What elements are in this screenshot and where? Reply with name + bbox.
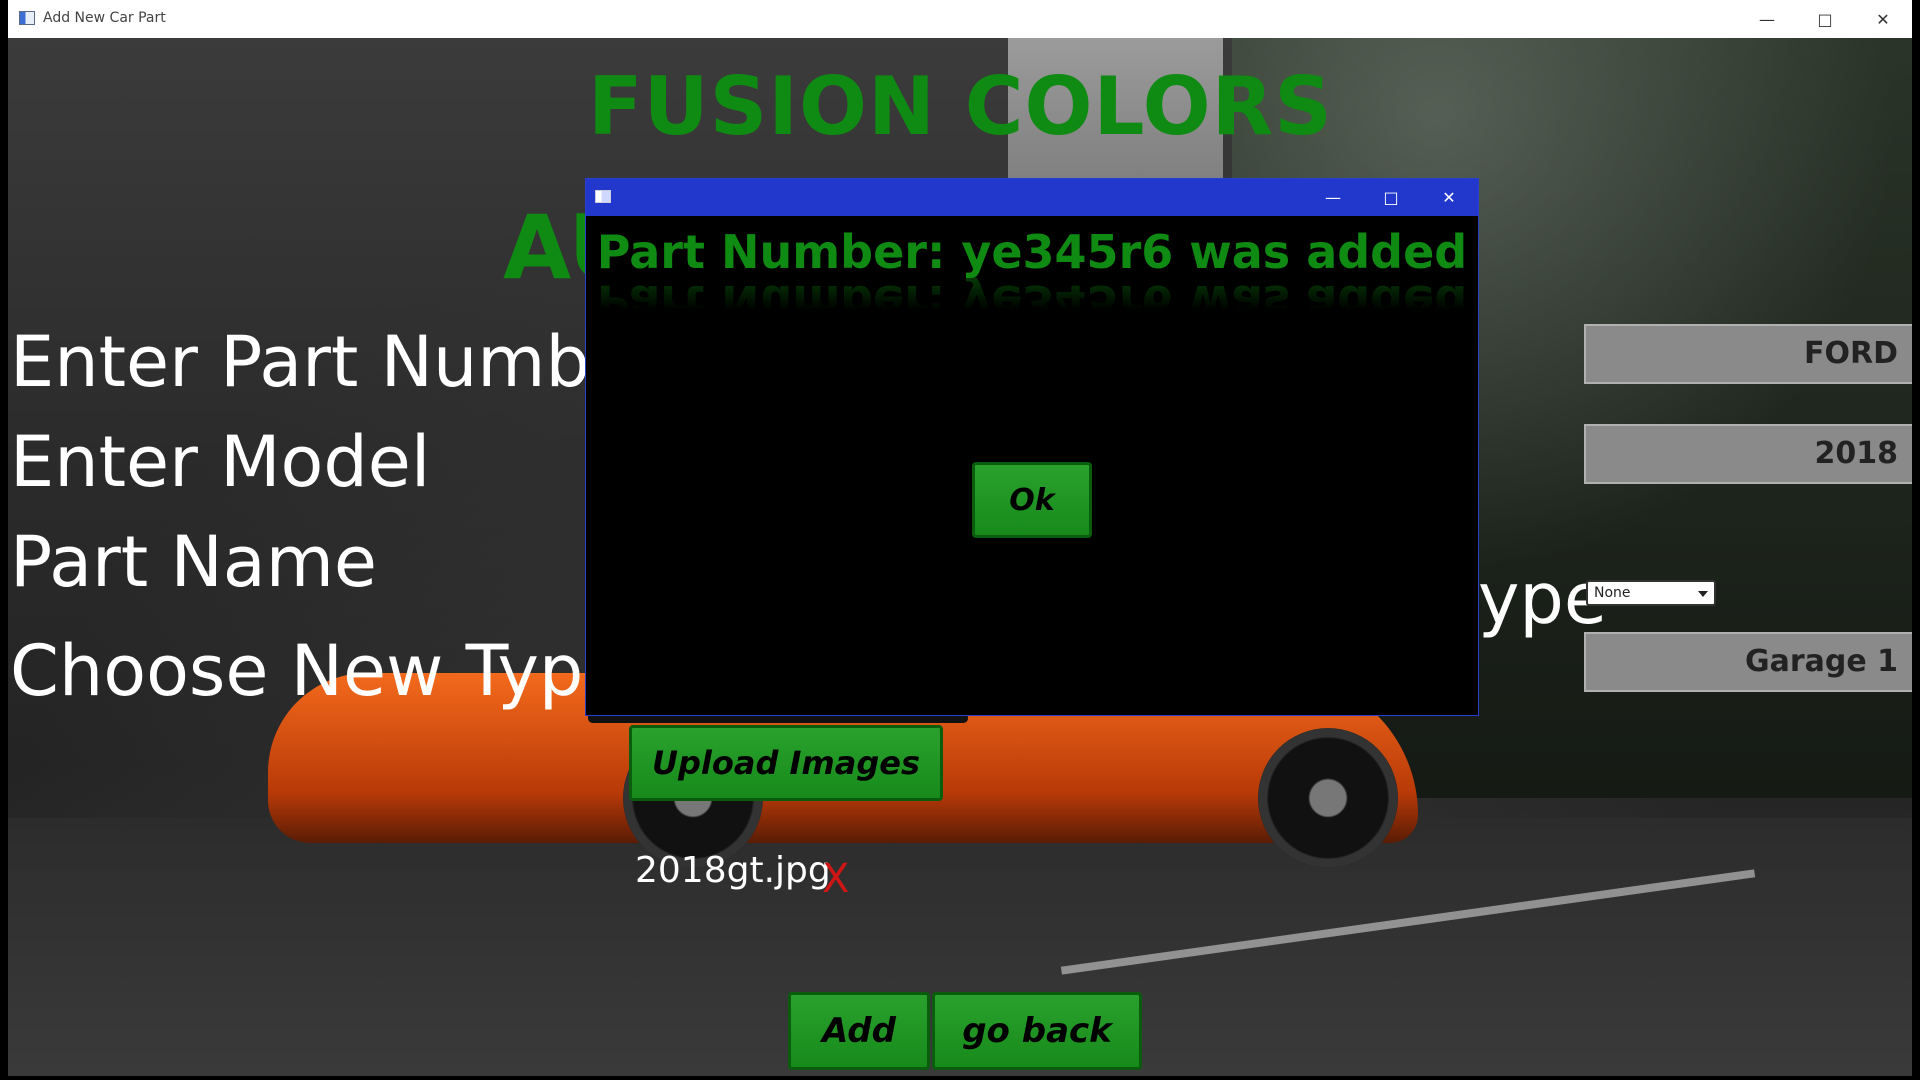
confirmation-dialog: — □ ✕ Part Number: ye345r6 was added Par… <box>585 178 1479 716</box>
location-field[interactable]: Garage 1 <box>1584 632 1912 692</box>
choose-type-label: Choose New Type <box>10 630 627 712</box>
car-rear-wheel <box>1258 728 1398 868</box>
part-number-label: Enter Part Numbe <box>10 321 633 403</box>
dialog-maximize-button[interactable]: □ <box>1362 179 1420 216</box>
type-select[interactable]: None <box>1586 580 1716 606</box>
chevron-down-icon <box>1698 591 1708 597</box>
window-title: Add New Car Part <box>43 10 166 26</box>
go-back-button[interactable]: go back <box>932 992 1142 1070</box>
year-field[interactable]: 2018 <box>1584 424 1912 484</box>
dialog-close-button[interactable]: ✕ <box>1420 179 1478 216</box>
dialog-minimize-button[interactable]: — <box>1304 179 1362 216</box>
title-bar: Add New Car Part — □ ✕ <box>8 0 1912 38</box>
app-icon <box>19 11 35 25</box>
model-label: Enter Model <box>10 421 431 503</box>
close-button[interactable]: ✕ <box>1854 0 1912 38</box>
brand-title: FUSION COLORS <box>588 60 1333 153</box>
ok-button[interactable]: Ok <box>972 462 1092 538</box>
type-select-value: None <box>1594 585 1631 601</box>
add-button[interactable]: Add <box>788 992 930 1070</box>
dialog-message: Part Number: ye345r6 was added <box>596 225 1468 279</box>
uploaded-file-name: 2018gt.jpg <box>635 850 831 891</box>
dialog-message-reflection: Part Number: ye345r6 was added <box>596 275 1468 329</box>
dialog-app-icon <box>595 190 611 203</box>
remove-file-button[interactable]: X <box>822 856 849 902</box>
dialog-title-bar: — □ ✕ <box>586 179 1478 216</box>
maximize-button[interactable]: □ <box>1796 0 1854 38</box>
make-field[interactable]: FORD <box>1584 324 1912 384</box>
part-name-label: Part Name <box>10 521 377 603</box>
upload-images-button[interactable]: Upload Images <box>629 725 943 801</box>
minimize-button[interactable]: — <box>1738 0 1796 38</box>
